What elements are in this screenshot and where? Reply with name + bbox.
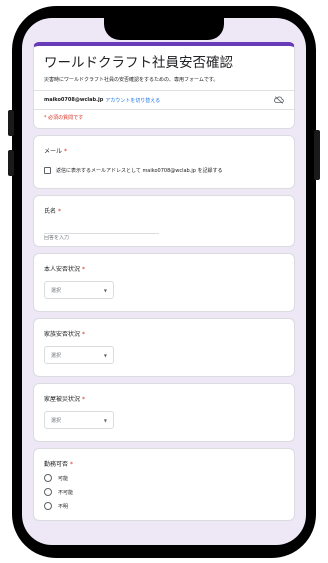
record-email-checkbox[interactable] bbox=[44, 167, 51, 174]
question-label: メール * bbox=[44, 148, 68, 155]
question-label: 氏名 * bbox=[44, 208, 62, 215]
dropdown-value: 選択 bbox=[51, 287, 62, 294]
question-card-family-status: 家族安否状況 * 選択 ▼ bbox=[33, 318, 295, 377]
radio-label: 不可能 bbox=[58, 489, 74, 496]
dropdown-value: 選択 bbox=[51, 352, 62, 359]
radio-label: 不明 bbox=[58, 503, 69, 510]
question-card-work-availability: 勤務可否 * 可能 不可能 不明 bbox=[33, 448, 295, 521]
phone-screen: ワールドクラフト社員安否確認 災害時にワールドクラフト社員の安否確認をするための… bbox=[22, 18, 306, 545]
question-label: 本人安否状況 * bbox=[44, 266, 86, 273]
name-input[interactable] bbox=[44, 235, 159, 241]
radio-button[interactable] bbox=[44, 474, 52, 482]
account-row: maiko0708@wclab.jp アカウントを切り替える bbox=[34, 91, 294, 109]
radio-option-possible[interactable]: 可能 bbox=[44, 474, 284, 482]
chevron-down-icon: ▼ bbox=[103, 352, 107, 358]
phone-side-button bbox=[8, 150, 14, 176]
chevron-down-icon: ▼ bbox=[103, 287, 107, 293]
house-damage-dropdown[interactable]: 選択 ▼ bbox=[44, 411, 114, 429]
switch-account-link[interactable]: アカウントを切り替える bbox=[105, 97, 160, 104]
radio-option-impossible[interactable]: 不可能 bbox=[44, 488, 284, 496]
question-card-house-damage: 家屋被災状況 * 選択 ▼ bbox=[33, 383, 295, 442]
phone-side-button bbox=[8, 110, 14, 136]
question-card-email: メール * 返信に表示するメールアドレスとして maiko0708@wclab.j… bbox=[33, 135, 295, 189]
form-header-card: ワールドクラフト社員安否確認 災害時にワールドクラフト社員の安否確認をするための… bbox=[33, 42, 295, 129]
phone-notch bbox=[104, 18, 224, 40]
checkbox-label: 返信に表示するメールアドレスとして maiko0708@wclab.jp を記録… bbox=[56, 168, 223, 174]
form-title: ワールドクラフト社員安否確認 bbox=[44, 55, 233, 71]
chevron-down-icon: ▼ bbox=[103, 417, 107, 423]
question-card-name: 氏名 * bbox=[33, 195, 295, 247]
self-status-dropdown[interactable]: 選択 ▼ bbox=[44, 281, 114, 299]
radio-button[interactable] bbox=[44, 502, 52, 510]
account-email: maiko0708@wclab.jp bbox=[44, 97, 104, 103]
question-label: 家族安否状況 * bbox=[44, 331, 86, 338]
radio-option-unknown[interactable]: 不明 bbox=[44, 502, 284, 510]
phone-power-button bbox=[314, 130, 320, 180]
family-status-dropdown[interactable]: 選択 ▼ bbox=[44, 346, 114, 364]
dropdown-value: 選択 bbox=[51, 417, 62, 424]
name-field-wrapper bbox=[44, 224, 159, 241]
cloud-off-icon bbox=[274, 96, 284, 104]
radio-button[interactable] bbox=[44, 488, 52, 496]
question-label: 勤務可否 * bbox=[44, 461, 74, 468]
radio-label: 可能 bbox=[58, 475, 69, 482]
form-content: ワールドクラフト社員安否確認 災害時にワールドクラフト社員の安否確認をするための… bbox=[33, 42, 295, 527]
question-card-self-status: 本人安否状況 * 選択 ▼ bbox=[33, 253, 295, 312]
required-note: * 必須の質問です bbox=[44, 115, 84, 121]
record-email-option[interactable]: 返信に表示するメールアドレスとして maiko0708@wclab.jp を記録… bbox=[44, 167, 284, 174]
form-description: 災害時にワールドクラフト社員の安否確認をするための、専用フォームです。 bbox=[44, 77, 219, 83]
question-label: 家屋被災状況 * bbox=[44, 396, 86, 403]
